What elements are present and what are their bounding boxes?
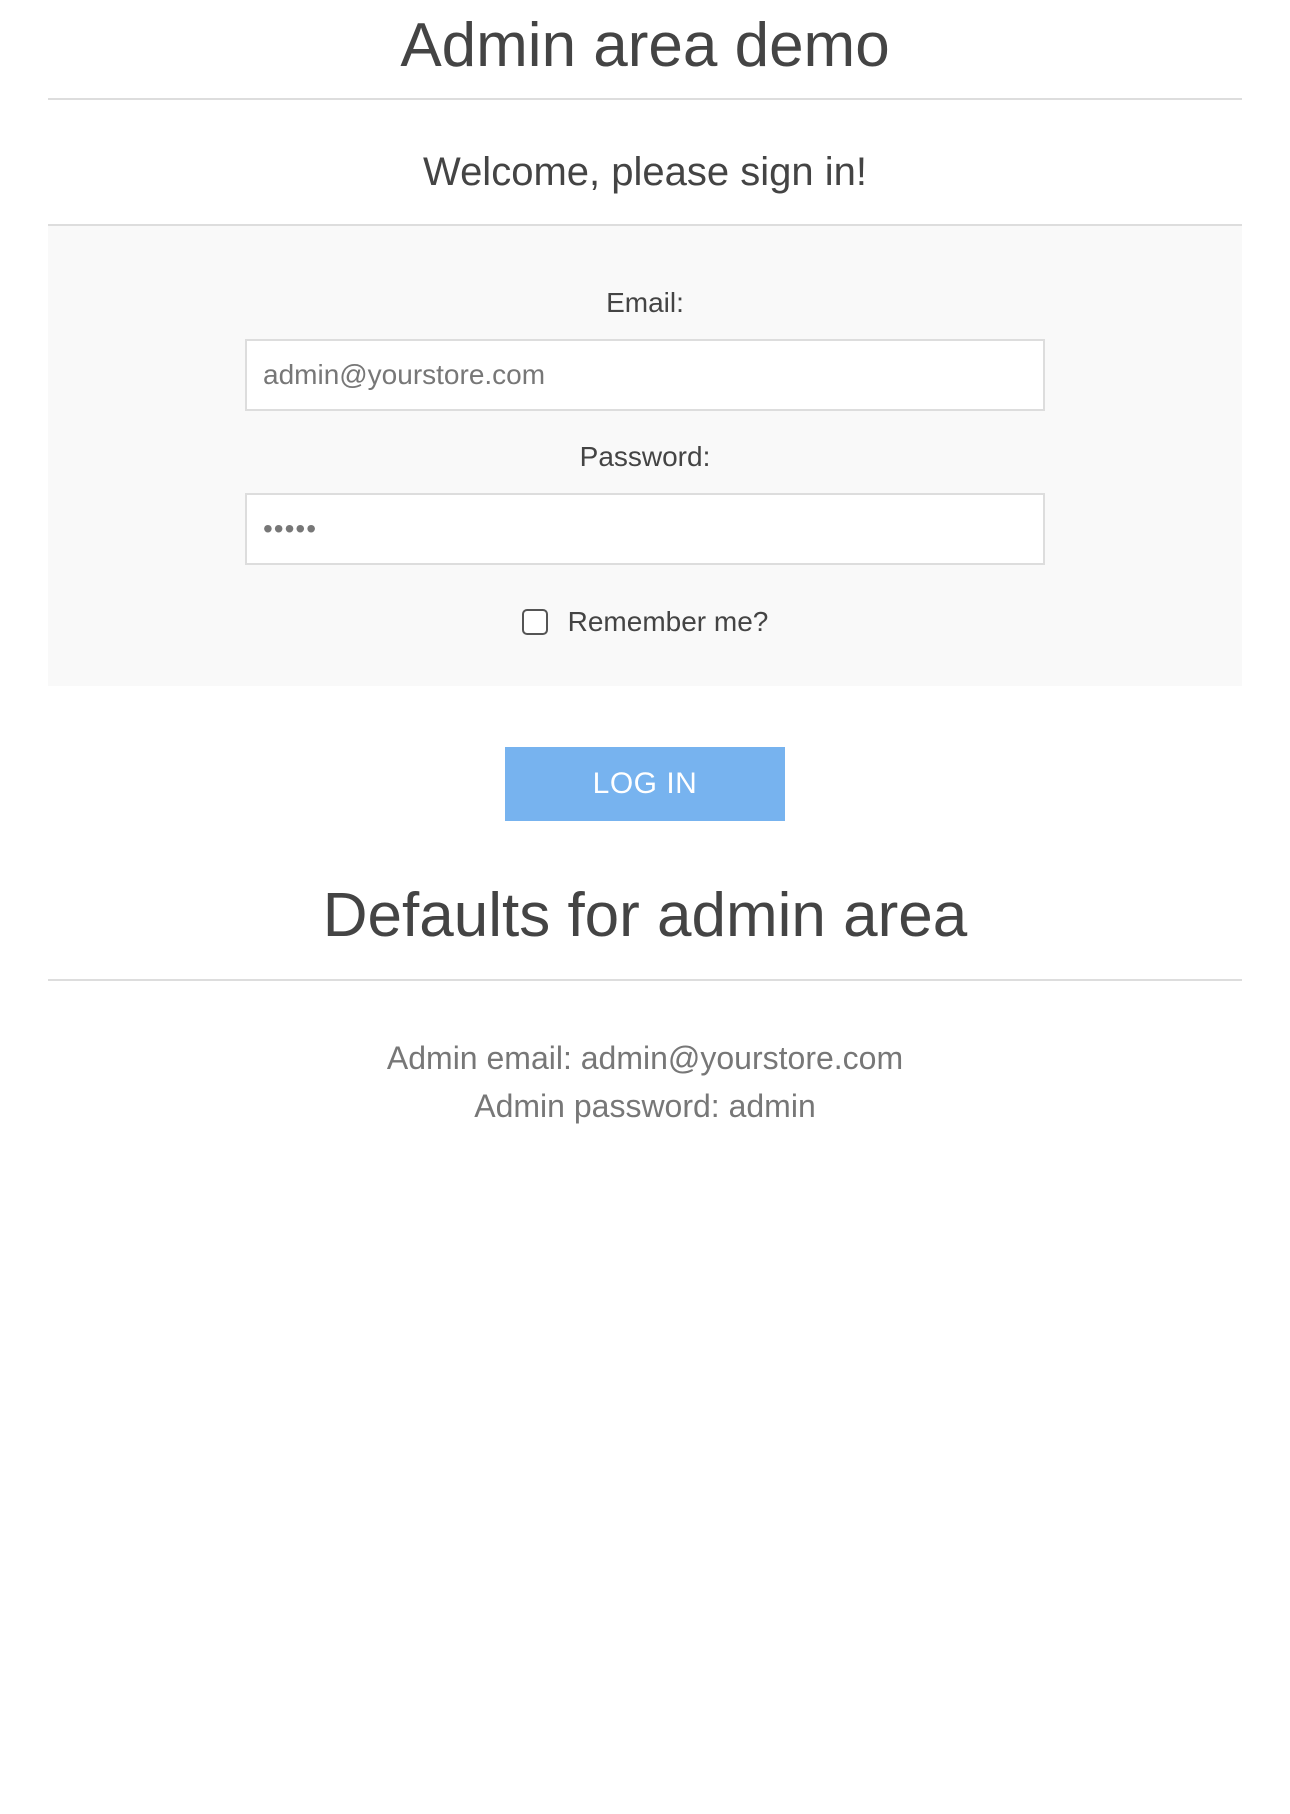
remember-me-row[interactable]: Remember me? bbox=[48, 602, 1242, 642]
password-input[interactable] bbox=[245, 493, 1045, 565]
remember-me-label[interactable]: Remember me? bbox=[568, 605, 769, 639]
welcome-heading: Welcome, please sign in! bbox=[423, 150, 867, 194]
password-label: Password: bbox=[579, 441, 711, 472]
email-input[interactable] bbox=[245, 339, 1045, 411]
defaults-title: Defaults for admin area bbox=[322, 881, 968, 950]
login-button[interactable]: LOG IN bbox=[505, 747, 785, 821]
login-page: Admin area demo Welcome, please sign in!… bbox=[0, 0, 1290, 1814]
email-label: Email: bbox=[606, 287, 684, 318]
defaults-divider bbox=[48, 979, 1242, 981]
default-email-line: Admin email: admin@yourstore.com bbox=[386, 1040, 904, 1076]
remember-me-checkbox[interactable] bbox=[521, 609, 548, 635]
page-title: Admin area demo bbox=[400, 11, 890, 80]
login-form: Email: Password: Remember me? bbox=[48, 226, 1242, 686]
default-password-line: Admin password: admin bbox=[474, 1088, 816, 1124]
defaults-info: Admin email: admin@yourstore.com Admin p… bbox=[48, 1034, 1242, 1130]
title-divider bbox=[48, 98, 1242, 100]
